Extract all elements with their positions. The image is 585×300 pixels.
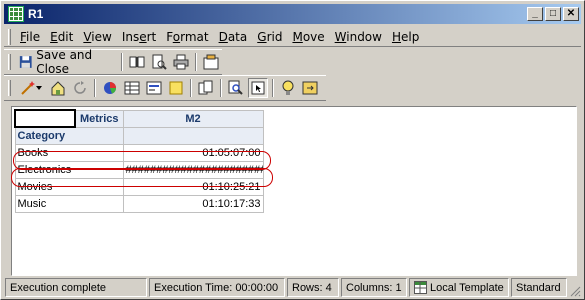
table-row: Category bbox=[14, 126, 264, 145]
grid-icon bbox=[124, 81, 140, 95]
table-row: Metrics M2 bbox=[14, 109, 264, 128]
column-header-m2[interactable]: M2 bbox=[122, 109, 264, 128]
print-preview-icon bbox=[152, 54, 167, 70]
minimize-button[interactable]: _ bbox=[527, 7, 543, 21]
select-pointer-button[interactable] bbox=[248, 78, 268, 98]
page-by-button[interactable] bbox=[196, 78, 216, 98]
form-icon bbox=[146, 81, 162, 95]
printer-icon bbox=[173, 54, 189, 70]
toolbar-grip[interactable] bbox=[8, 80, 11, 96]
status-bar: Execution complete Execution Time: 00:00… bbox=[5, 278, 582, 297]
refresh-button[interactable] bbox=[70, 78, 90, 98]
menu-window[interactable]: Window bbox=[330, 30, 387, 44]
header-filler bbox=[122, 126, 264, 145]
template-grid-icon bbox=[414, 281, 427, 294]
chart-view-button[interactable] bbox=[100, 78, 120, 98]
row-header-category[interactable]: Category bbox=[14, 126, 124, 145]
sql-button[interactable] bbox=[48, 78, 68, 98]
toolbar-separator bbox=[272, 79, 274, 97]
menu-edit[interactable]: Edit bbox=[45, 30, 78, 44]
toolbar-separator bbox=[220, 79, 222, 97]
menu-data[interactable]: Data bbox=[214, 30, 253, 44]
value-cell[interactable]: 01:10:17:33 bbox=[122, 194, 264, 213]
status-columns: Columns: 1 bbox=[341, 278, 407, 297]
menu-format[interactable]: Format bbox=[161, 30, 213, 44]
magnifier-icon bbox=[228, 80, 243, 95]
properties-button[interactable] bbox=[201, 52, 221, 72]
save-and-close-button[interactable]: Save and Close bbox=[16, 48, 117, 76]
book-icon bbox=[129, 56, 145, 68]
close-button[interactable]: ✕ bbox=[563, 7, 579, 21]
refresh-icon bbox=[74, 81, 86, 94]
house-icon bbox=[51, 81, 65, 96]
wizard-button[interactable] bbox=[16, 78, 46, 98]
sticky-note-button[interactable] bbox=[166, 78, 186, 98]
grid-view-button[interactable] bbox=[122, 78, 142, 98]
title-bar[interactable]: R1 _ □ ✕ bbox=[4, 4, 581, 24]
report-window: R1 _ □ ✕ File Edit View Insert Format Da… bbox=[0, 0, 585, 300]
cursor-icon bbox=[251, 81, 265, 95]
corner-cell[interactable] bbox=[14, 109, 76, 128]
menu-grip[interactable] bbox=[8, 28, 11, 45]
properties-icon bbox=[203, 54, 219, 70]
status-rows: Rows: 4 bbox=[287, 278, 339, 297]
pie-chart-icon bbox=[104, 82, 116, 94]
export-button[interactable] bbox=[300, 78, 320, 98]
status-template: Local Template bbox=[409, 278, 509, 297]
category-cell[interactable]: Music bbox=[14, 194, 124, 213]
thresholds-button[interactable] bbox=[278, 78, 298, 98]
find-button[interactable] bbox=[226, 78, 246, 98]
menu-bar: File Edit View Insert Format Data Grid M… bbox=[4, 27, 581, 47]
report-grid-area[interactable]: Metrics M2 Category Books 01:05:07:00 El… bbox=[11, 106, 577, 276]
menu-view[interactable]: View bbox=[78, 30, 116, 44]
open-book-button[interactable] bbox=[127, 52, 147, 72]
table-row: Music 01:10:17:33 bbox=[14, 194, 264, 213]
menu-insert[interactable]: Insert bbox=[117, 30, 161, 44]
maximize-button[interactable]: □ bbox=[545, 7, 561, 21]
lightbulb-icon bbox=[282, 80, 294, 95]
design-view-button[interactable] bbox=[144, 78, 164, 98]
grid-app-icon bbox=[8, 6, 24, 22]
status-execution-time: Execution Time: 00:00:00 bbox=[149, 278, 285, 297]
toolbar-separator bbox=[190, 79, 192, 97]
status-message: Execution complete bbox=[5, 278, 147, 297]
menu-help[interactable]: Help bbox=[387, 30, 424, 44]
status-style: Standard bbox=[511, 278, 567, 297]
report-toolbar bbox=[4, 75, 326, 101]
window-title: R1 bbox=[28, 7, 44, 21]
toolbar-separator bbox=[94, 79, 96, 97]
menu-grid[interactable]: Grid bbox=[252, 30, 287, 44]
highlight-oval-electronics bbox=[11, 168, 273, 187]
menu-move[interactable]: Move bbox=[287, 30, 329, 44]
export-icon bbox=[302, 81, 318, 95]
toolbar-separator bbox=[121, 53, 123, 71]
print-preview-button[interactable] bbox=[149, 52, 169, 72]
wand-icon bbox=[21, 81, 35, 95]
toolbar-separator bbox=[195, 53, 197, 71]
metrics-header[interactable]: Metrics bbox=[75, 109, 124, 128]
menu-file[interactable]: File bbox=[15, 30, 45, 44]
pages-icon bbox=[198, 80, 213, 95]
dropdown-arrow-icon bbox=[36, 86, 42, 90]
toolbar-grip[interactable] bbox=[8, 54, 11, 70]
standard-toolbar: Save and Close bbox=[4, 48, 222, 76]
resize-grip-icon[interactable] bbox=[569, 278, 581, 297]
note-icon bbox=[169, 81, 183, 95]
floppy-disk-icon bbox=[19, 56, 32, 68]
print-button[interactable] bbox=[171, 52, 191, 72]
